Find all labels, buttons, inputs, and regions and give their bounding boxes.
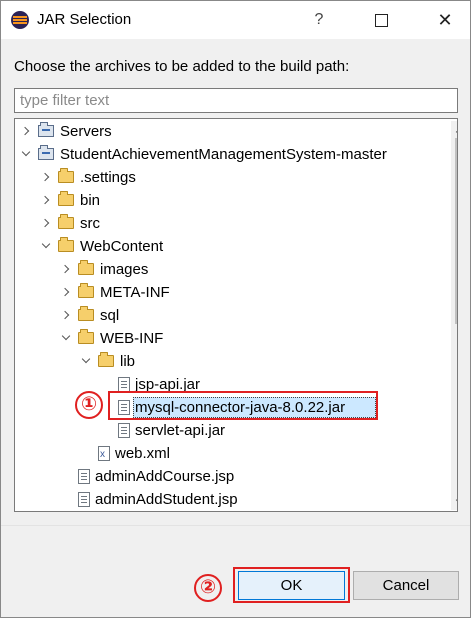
tree-item-label: Servers bbox=[60, 123, 112, 140]
collapse-arrow-icon[interactable] bbox=[20, 120, 34, 143]
tree-item[interactable]: sql bbox=[15, 304, 451, 327]
scroll-thumb[interactable] bbox=[455, 138, 457, 324]
title-bar: JAR Selection ? ✕ bbox=[1, 1, 470, 39]
tree-item[interactable]: images bbox=[15, 258, 451, 281]
archive-tree[interactable]: Servers StudentAchievementManagementSyste… bbox=[14, 118, 458, 512]
collapse-arrow-icon[interactable] bbox=[40, 189, 54, 212]
tree-item-label: bin bbox=[80, 192, 101, 209]
jar-file-icon bbox=[118, 377, 130, 392]
tree-item-label: StudentAchievementManagementSystem-maste… bbox=[60, 146, 387, 163]
tree-item-label: sql bbox=[100, 307, 120, 324]
step1-highlight-box bbox=[108, 391, 378, 420]
tree-item-label: images bbox=[100, 261, 149, 278]
folder-icon bbox=[58, 214, 74, 229]
filter-input[interactable] bbox=[14, 88, 458, 113]
tree-item-label: src bbox=[80, 215, 100, 232]
tree-item-label: META-INF bbox=[100, 284, 170, 301]
tree-item-label: lib bbox=[120, 353, 136, 370]
maximize-icon bbox=[374, 13, 388, 27]
jar-selection-dialog: JAR Selection ? ✕ Choose the archives to… bbox=[0, 0, 471, 618]
collapse-arrow-icon[interactable] bbox=[60, 304, 74, 327]
step2-marker: ② bbox=[194, 574, 222, 602]
folder-icon bbox=[98, 352, 114, 367]
folder-icon bbox=[58, 191, 74, 206]
step1-marker: ① bbox=[75, 391, 103, 419]
window-title: JAR Selection bbox=[37, 11, 132, 28]
folder-icon bbox=[78, 306, 94, 321]
tree-item[interactable]: servlet-api.jar bbox=[15, 419, 451, 442]
tree-item-label: adminAddStudent.jsp bbox=[95, 491, 238, 508]
scroll-up-icon[interactable] bbox=[455, 123, 457, 137]
tree-item[interactable]: src bbox=[15, 212, 451, 235]
collapse-arrow-icon[interactable] bbox=[40, 212, 54, 235]
tree-item[interactable]: WEB-INF bbox=[15, 327, 451, 350]
project-folder-icon bbox=[38, 122, 54, 137]
expand-arrow-icon[interactable] bbox=[80, 350, 94, 373]
help-button[interactable]: ? bbox=[296, 1, 342, 39]
tree-item[interactable]: bin bbox=[15, 189, 451, 212]
folder-icon bbox=[58, 237, 74, 252]
ok-button[interactable]: OK bbox=[238, 571, 345, 600]
tree-item[interactable]: Servers bbox=[15, 120, 451, 143]
scroll-down-icon[interactable] bbox=[455, 495, 457, 509]
maximize-button[interactable] bbox=[358, 1, 404, 39]
xml-file-icon bbox=[98, 443, 110, 466]
tree-item-label: servlet-api.jar bbox=[135, 422, 226, 439]
project-icon bbox=[38, 145, 54, 160]
tree-item[interactable]: adminAddStudent.jsp bbox=[15, 488, 451, 511]
folder-icon bbox=[78, 283, 94, 298]
tree-item-label: web.xml bbox=[115, 445, 171, 462]
expand-arrow-icon[interactable] bbox=[20, 143, 34, 166]
folder-icon bbox=[58, 168, 74, 183]
jar-file-icon bbox=[118, 423, 130, 438]
tree-item-label: adminAddCourse.jsp bbox=[95, 468, 235, 485]
tree-item[interactable]: StudentAchievementManagementSystem-maste… bbox=[15, 143, 451, 166]
tree-item-label: .settings bbox=[80, 169, 136, 186]
tree-item[interactable]: lib bbox=[15, 350, 451, 373]
collapse-arrow-icon[interactable] bbox=[40, 166, 54, 189]
tree-item-label: WebContent bbox=[80, 238, 164, 255]
dialog-prompt: Choose the archives to be added to the b… bbox=[14, 58, 350, 75]
tree-vertical-scrollbar[interactable] bbox=[451, 121, 457, 510]
eclipse-icon bbox=[11, 11, 29, 29]
tree-item[interactable]: WebContent bbox=[15, 235, 451, 258]
footer-divider bbox=[1, 525, 470, 526]
close-button[interactable]: ✕ bbox=[422, 1, 468, 39]
folder-icon bbox=[78, 260, 94, 275]
collapse-arrow-icon[interactable] bbox=[60, 281, 74, 304]
expand-arrow-icon[interactable] bbox=[60, 327, 74, 350]
folder-icon bbox=[78, 329, 94, 344]
tree-item[interactable]: .settings bbox=[15, 166, 451, 189]
expand-arrow-icon[interactable] bbox=[40, 235, 54, 258]
jsp-file-icon bbox=[78, 492, 90, 507]
tree-item[interactable]: adminAddCourse.jsp bbox=[15, 465, 451, 488]
cancel-button[interactable]: Cancel bbox=[353, 571, 459, 600]
collapse-arrow-icon[interactable] bbox=[60, 258, 74, 281]
tree-item-label: WEB-INF bbox=[100, 330, 164, 347]
tree-item[interactable]: web.xml bbox=[15, 442, 451, 466]
jsp-file-icon bbox=[78, 469, 90, 484]
tree-item[interactable]: META-INF bbox=[15, 281, 451, 304]
